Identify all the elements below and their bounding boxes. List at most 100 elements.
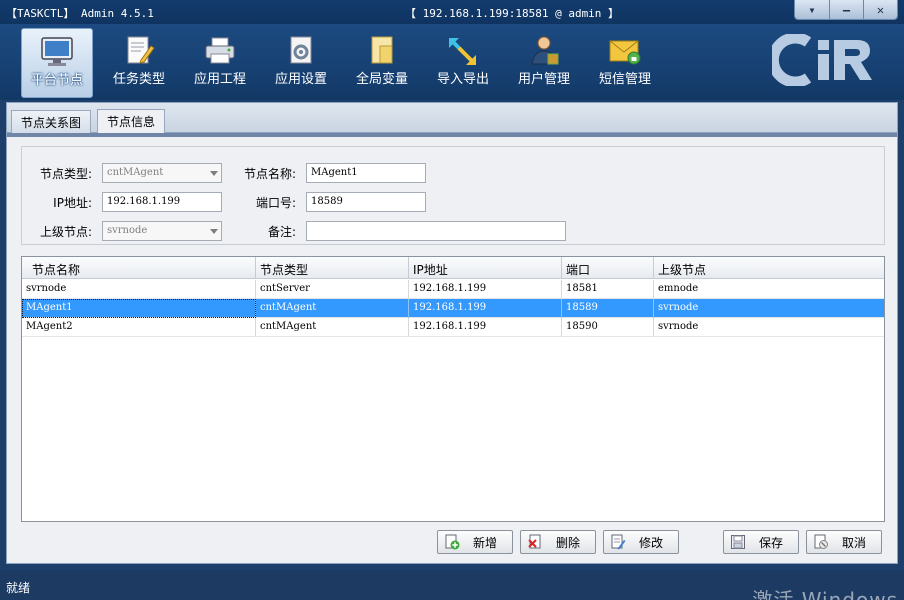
nav-label: 平台节点 — [22, 73, 92, 89]
settings-doc-icon — [283, 34, 319, 68]
node-type-value: cntMAgent — [107, 167, 163, 178]
nav-label: 短信管理 — [589, 72, 661, 88]
nav-app-settings[interactable]: 应用设置 — [265, 28, 337, 98]
table-cell: cntMAgent — [256, 299, 409, 318]
node-table: 节点名称 节点类型 IP地址 端口 上级节点 svrnode cntServer… — [21, 256, 885, 522]
table-cell: svrnode — [22, 280, 256, 299]
nav-platform-nodes[interactable]: 平台节点 — [21, 28, 93, 98]
title-bar: 【TASKCTL】 Admin 4.5.1 【 192.168.1.199:18… — [0, 0, 904, 24]
node-name-label: 节点名称: — [226, 165, 296, 182]
nav-label: 应用设置 — [265, 72, 337, 88]
node-form: 节点类型: cntMAgent 节点名称: MAgent1 IP地址: 192.… — [21, 146, 885, 245]
table-row-selected[interactable]: MAgent1 cntMAgent 192.168.1.199 18589 sv… — [22, 299, 884, 318]
save-button-label: 保存 — [754, 534, 798, 551]
cancel-button[interactable]: 取消 — [806, 530, 882, 554]
delete-doc-icon — [527, 534, 543, 550]
nav-import-export[interactable]: 导入导出 — [427, 28, 499, 98]
save-button[interactable]: 保存 — [723, 530, 799, 554]
column-header[interactable]: 节点名称 — [22, 257, 256, 279]
table-row[interactable]: MAgent2 cntMAgent 192.168.1.199 18590 sv… — [22, 318, 884, 337]
printer-icon — [202, 34, 238, 68]
table-cell: cntServer — [256, 280, 409, 299]
window-controls: ▾ — ✕ — [794, 0, 898, 20]
add-button-label: 新增 — [468, 534, 512, 551]
column-header[interactable]: 上级节点 — [654, 257, 884, 279]
table-cell: 192.168.1.199 — [409, 280, 562, 299]
table-cell: cntMAgent — [256, 318, 409, 337]
task-edit-icon — [121, 34, 157, 68]
window-menu-button[interactable]: ▾ — [795, 0, 829, 20]
table-cell: 192.168.1.199 — [409, 299, 562, 318]
tab-divider — [7, 133, 897, 137]
import-export-icon — [445, 34, 481, 68]
status-text: 就绪 — [6, 579, 30, 596]
node-name-input[interactable]: MAgent1 — [306, 163, 426, 183]
brand-logo — [772, 34, 872, 86]
nav-task-types[interactable]: 任务类型 — [103, 28, 175, 98]
user-icon — [526, 34, 562, 68]
nav-global-vars[interactable]: 全局变量 — [346, 28, 418, 98]
cancel-doc-icon — [813, 534, 829, 550]
column-header[interactable]: IP地址 — [409, 257, 562, 279]
minimize-icon: — — [843, 3, 850, 17]
parent-node-value: svrnode — [107, 225, 147, 236]
nav-label: 应用工程 — [184, 72, 256, 88]
status-bar: 就绪 激活 Windows — [0, 570, 904, 600]
sms-envelope-icon — [607, 34, 643, 68]
nav-app-projects[interactable]: 应用工程 — [184, 28, 256, 98]
table-cell: emnode — [654, 280, 884, 299]
ip-input[interactable]: 192.168.1.199 — [102, 192, 222, 212]
connection-info: 【 192.168.1.199:18581 @ admin 】 — [405, 5, 619, 21]
nav-user-management[interactable]: 用户管理 — [508, 28, 580, 98]
table-cell: 18581 — [562, 280, 654, 299]
port-input[interactable]: 18589 — [306, 192, 426, 212]
column-header[interactable]: 节点类型 — [256, 257, 409, 279]
main-toolbar: 平台节点 任务类型 应用工程 应用设置 全局变量 导入导出 用户管理 短信管理 — [0, 24, 904, 100]
table-header: 节点名称 节点类型 IP地址 端口 上级节点 — [22, 257, 884, 279]
edit-doc-icon — [610, 534, 626, 550]
modify-button[interactable]: 修改 — [603, 530, 679, 554]
close-button[interactable]: ✕ — [863, 0, 897, 20]
table-cell: MAgent2 — [22, 318, 256, 337]
column-header[interactable]: 端口 — [562, 257, 654, 279]
chevron-down-icon: ▾ — [808, 3, 815, 17]
table-cell: 192.168.1.199 — [409, 318, 562, 337]
table-cell: svrnode — [654, 318, 884, 337]
cancel-button-label: 取消 — [837, 534, 881, 551]
modify-button-label: 修改 — [634, 534, 678, 551]
table-cell: svrnode — [654, 299, 884, 318]
nav-label: 导入导出 — [427, 72, 499, 88]
ip-label: IP地址: — [22, 194, 92, 211]
folder-doc-icon — [364, 34, 400, 68]
add-button[interactable]: 新增 — [437, 530, 513, 554]
tab-node-info[interactable]: 节点信息 — [97, 109, 165, 134]
nav-label: 任务类型 — [103, 72, 175, 88]
table-cell: 18589 — [562, 299, 654, 318]
table-cell: MAgent1 — [22, 299, 256, 318]
chevron-down-icon — [210, 171, 218, 176]
app-title: 【TASKCTL】 Admin 4.5.1 — [6, 5, 154, 21]
nav-label: 用户管理 — [508, 72, 580, 88]
save-icon — [730, 534, 746, 550]
node-type-label: 节点类型: — [22, 165, 92, 182]
tab-strip: 节点关系图 节点信息 — [7, 103, 897, 133]
parent-node-label: 上级节点: — [22, 223, 92, 240]
activation-watermark: 激活 Windows — [752, 584, 898, 600]
delete-button[interactable]: 删除 — [520, 530, 596, 554]
remark-input[interactable] — [306, 221, 566, 241]
tab-node-graph[interactable]: 节点关系图 — [11, 110, 91, 133]
add-doc-icon — [444, 534, 460, 550]
monitor-icon — [39, 35, 75, 69]
minimize-button[interactable]: — — [829, 0, 863, 20]
chevron-down-icon — [210, 229, 218, 234]
table-cell: 18590 — [562, 318, 654, 337]
parent-node-select[interactable]: svrnode — [102, 221, 222, 241]
nav-sms-management[interactable]: 短信管理 — [589, 28, 661, 98]
content-panel: 节点关系图 节点信息 节点类型: cntMAgent 节点名称: MAgent1… — [6, 102, 898, 564]
remark-label: 备注: — [226, 223, 296, 240]
port-label: 端口号: — [226, 194, 296, 211]
node-type-select[interactable]: cntMAgent — [102, 163, 222, 183]
table-row[interactable]: svrnode cntServer 192.168.1.199 18581 em… — [22, 280, 884, 299]
nav-label: 全局变量 — [346, 72, 418, 88]
delete-button-label: 删除 — [551, 534, 595, 551]
